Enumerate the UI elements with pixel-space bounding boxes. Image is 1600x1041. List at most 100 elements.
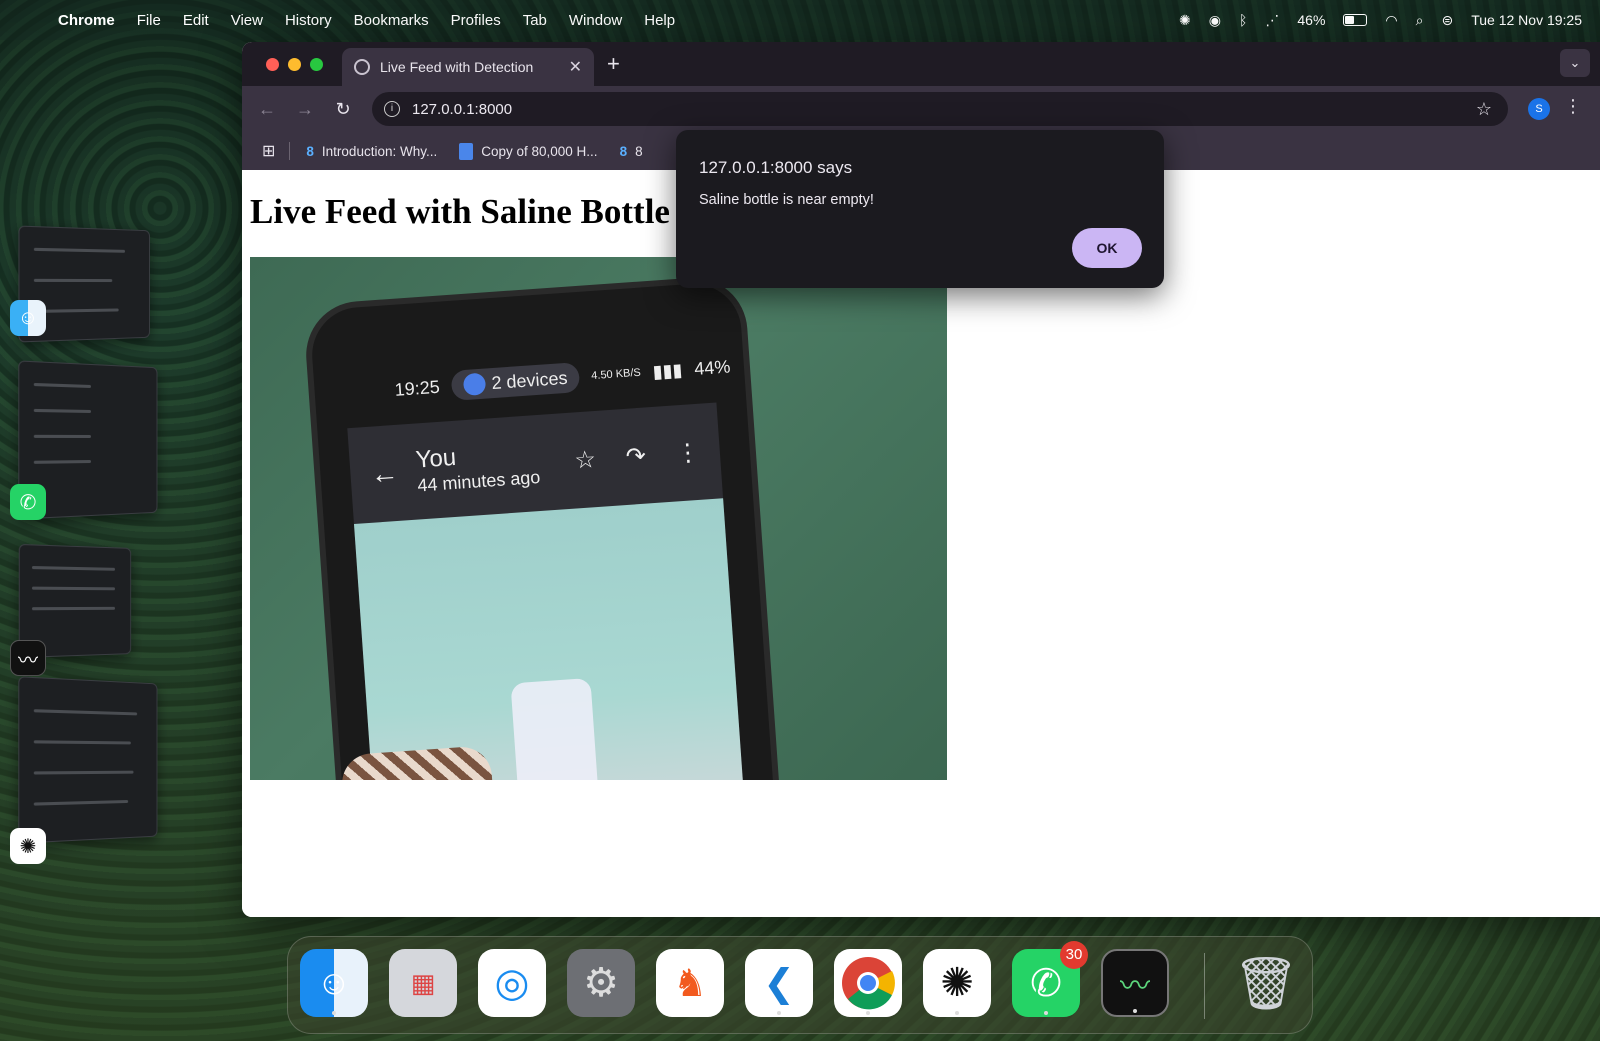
site-info-icon[interactable]: i [384, 101, 400, 117]
menu-file[interactable]: File [137, 12, 161, 29]
thumb-line [34, 460, 91, 464]
finder-icon[interactable]: ☺ [300, 949, 368, 1017]
thumb-line [34, 709, 138, 716]
apps-grid-icon[interactable]: ⊞ [262, 141, 275, 161]
menu-edit[interactable]: Edit [183, 12, 209, 29]
spotlight-search-icon[interactable]: ⌕ [1416, 12, 1424, 29]
menu-help[interactable]: Help [644, 12, 675, 29]
bookmark-item[interactable]: Copy of 80,000 H... [459, 142, 598, 160]
saline-photo [340, 498, 748, 780]
activity-icon[interactable]: ⋰ [1265, 12, 1279, 29]
close-tab-icon[interactable]: ✕ [569, 57, 582, 77]
bookmark-label: Copy of 80,000 H... [481, 143, 598, 159]
new-tab-button[interactable]: + [607, 51, 620, 77]
address-bar[interactable]: i 127.0.0.1:8000 ☆ [372, 92, 1508, 126]
battery-fill [1345, 16, 1355, 24]
trash-icon[interactable]: 🗑 [1232, 949, 1300, 1017]
bookmark-star-icon[interactable]: ☆ [1476, 99, 1492, 120]
settings-icon[interactable]: ⚙ [567, 949, 635, 1017]
alert-title: 127.0.0.1:8000 says [699, 158, 853, 177]
whatsapp-icon[interactable]: ✆ 30 [1012, 941, 1088, 1017]
thumb-line [34, 770, 134, 775]
menu-app-name[interactable]: Chrome [58, 12, 115, 29]
tab-live-feed[interactable]: Live Feed with Detection ✕ [342, 48, 594, 86]
thumb-line [34, 434, 91, 438]
tab-strip: Live Feed with Detection ✕ + ⌄ [242, 42, 1600, 86]
devices-label: 2 devices [490, 367, 569, 393]
star-icon: ☆ [573, 445, 597, 474]
running-indicator [955, 1011, 959, 1015]
battery-percent[interactable]: 46% [1297, 12, 1325, 28]
globe-icon [354, 59, 370, 75]
chat-header: You 44 minutes ago [415, 438, 541, 496]
minimize-window-button[interactable] [288, 57, 301, 71]
wifi-icon[interactable]: ◠ [1385, 12, 1397, 29]
live-video-feed: 19:25 2 devices 4.50 KB/S ▮▮▮ 44% ← You … [250, 257, 947, 780]
safari-icon[interactable]: ◎ [478, 949, 546, 1017]
window-controls [266, 57, 323, 71]
shazam-icon[interactable]: ◉ [1209, 12, 1221, 29]
thumb-line [34, 382, 91, 388]
dock-divider [1204, 953, 1205, 1019]
browser-toolbar: ← → ↻ i 127.0.0.1:8000 ☆ S ⋮ [242, 86, 1600, 132]
bookmark-item[interactable]: 8 Introduction: Why... [306, 144, 437, 159]
close-window-button[interactable] [266, 57, 279, 71]
menu-view[interactable]: View [231, 12, 263, 29]
bookmark-label: 8 [635, 143, 643, 159]
menu-window[interactable]: Window [569, 12, 622, 29]
chatgpt-stage-icon[interactable]: ✺ [10, 828, 46, 864]
thumb-line [34, 408, 91, 413]
finder-stage-icon[interactable]: ☺ [10, 300, 46, 336]
menu-clock[interactable]: Tue 12 Nov 19:25 [1471, 12, 1582, 28]
chrome-icon[interactable] [834, 949, 902, 1017]
menu-profiles[interactable]: Profiles [451, 12, 501, 29]
whatsapp-stage-icon[interactable]: ✆ [10, 484, 46, 520]
stage-thumb-chatgpt[interactable] [18, 676, 158, 844]
chatgpt-icon[interactable]: ✺ [923, 949, 991, 1017]
reload-button[interactable]: ↻ [324, 99, 362, 120]
back-arrow-icon: ← [369, 456, 400, 490]
control-center-icon[interactable]: ⊜ [1441, 12, 1453, 29]
menu-tab[interactable]: Tab [523, 12, 547, 29]
devices-pill: 2 devices [450, 362, 581, 401]
brave-icon[interactable]: ♞ [656, 949, 724, 1017]
zoom-window-button[interactable] [310, 57, 323, 71]
running-indicator [866, 1011, 870, 1015]
profile-avatar[interactable]: S [1528, 98, 1550, 120]
activity-monitor-icon[interactable]: 〰 [1101, 949, 1169, 1017]
tab-search-button[interactable]: ⌄ [1560, 49, 1590, 77]
activity-monitor-stage-icon[interactable]: 〰 [10, 640, 46, 676]
back-button[interactable]: ← [248, 99, 286, 120]
url-text[interactable]: 127.0.0.1:8000 [412, 101, 512, 118]
running-indicator [1044, 1011, 1048, 1015]
thumb-line [33, 308, 119, 313]
menu-history[interactable]: History [285, 12, 332, 29]
phone-in-frame: 19:25 2 devices 4.50 KB/S ▮▮▮ 44% ← You … [308, 280, 778, 780]
bluetooth-icon[interactable]: ᛒ [1239, 12, 1247, 28]
checkered-cloth [340, 745, 500, 780]
thumb-line [31, 606, 115, 611]
thumb-line [31, 565, 115, 571]
chrome-menu-icon[interactable]: ⋮ [1564, 96, 1582, 117]
whatsapp-unread-badge: 30 [1060, 941, 1088, 969]
running-indicator [1133, 1009, 1137, 1013]
chatgpt-menu-icon[interactable]: ✺ [1179, 12, 1191, 29]
forward-button[interactable]: → [286, 99, 324, 120]
phone-status-bar: 19:25 2 devices 4.50 KB/S ▮▮▮ 44% [394, 351, 732, 404]
launchpad-icon[interactable]: ▦ [389, 949, 457, 1017]
saline-bottle [510, 677, 603, 780]
battery-icon[interactable] [1343, 14, 1368, 26]
forward-icon: ↷ [624, 442, 647, 471]
signal-icon: ▮▮▮ [652, 359, 684, 382]
page-heading: Live Feed with Saline Bottle [250, 192, 670, 231]
alert-ok-button[interactable]: OK [1072, 228, 1142, 268]
dock: ☺ ▦ ◎ ⚙ ♞ ❮ ✺ ✆ 30 〰 🗑 [287, 936, 1313, 1034]
bookmark-label: Introduction: Why... [321, 143, 438, 159]
thumb-line [34, 740, 132, 745]
vscode-icon[interactable]: ❮ [745, 949, 813, 1017]
bookmark-item[interactable]: 8 8 [620, 144, 643, 159]
running-indicator [777, 1011, 781, 1015]
more-icon: ⋮ [674, 438, 701, 467]
menu-bookmarks[interactable]: Bookmarks [354, 12, 429, 29]
menu-bar-status-area: ✺ ◉ ᛒ ⋰ 46% ◠ ⌕ ⊜ Tue 12 Nov 19:25 [1179, 0, 1582, 40]
